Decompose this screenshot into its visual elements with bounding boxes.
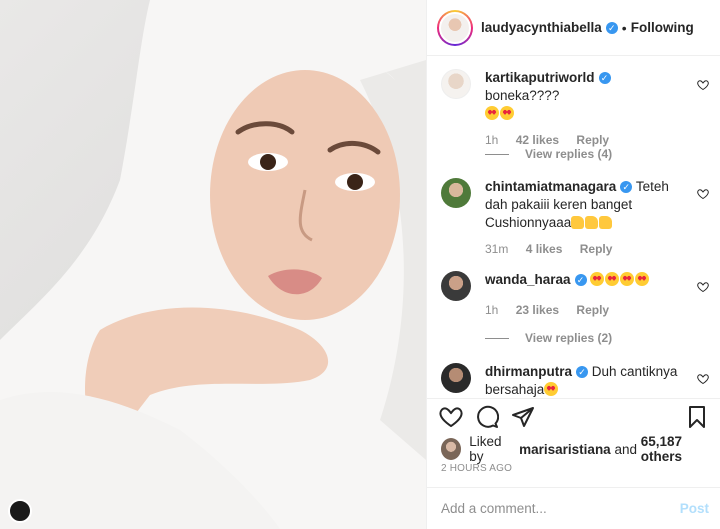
separator-dot: •: [621, 19, 627, 36]
like-comment-heart-icon[interactable]: [697, 281, 709, 293]
comment-bubble-icon[interactable]: [475, 405, 499, 429]
commenter-avatar[interactable]: [441, 69, 471, 99]
heart-eyes-emoji-icon: [500, 106, 514, 120]
commenter-avatar[interactable]: [441, 271, 471, 301]
comment-time: 1h: [485, 133, 499, 147]
comment-time: 31m: [485, 242, 509, 256]
commenter-username[interactable]: kartikaputriworld: [485, 70, 595, 85]
author-avatar[interactable]: [437, 9, 473, 46]
liker-avatar[interactable]: [441, 438, 462, 460]
likes-summary: Liked by marisaristiana and 65,187 other…: [441, 434, 720, 464]
verified-badge-icon: ✓: [576, 366, 589, 379]
view-replies-button[interactable]: View replies (4): [485, 147, 612, 161]
verified-badge-icon: ✓: [598, 72, 611, 85]
heart-eyes-emoji-icon: [485, 106, 499, 120]
post-comment-button[interactable]: Post: [680, 501, 709, 516]
view-replies-button[interactable]: View replies (2): [485, 331, 612, 345]
liked-connector: and: [614, 441, 637, 457]
liker-username[interactable]: marisaristiana: [519, 442, 611, 457]
like-comment-heart-icon[interactable]: [697, 79, 709, 91]
photo-corner-avatar: [8, 499, 32, 523]
heart-eyes-emoji-icon: [590, 272, 605, 286]
reply-button[interactable]: Reply: [576, 133, 609, 147]
heart-eyes-emoji-icon: [544, 382, 559, 396]
comment-item: kartikaputriworld ✓ boneka???? 1h 42 like…: [441, 69, 709, 147]
comment-composer: Post: [427, 487, 720, 529]
post-header: laudyacynthiabella ✓ • Following: [427, 0, 720, 56]
heart-eyes-emoji-icon: [620, 272, 635, 286]
verified-badge-icon: ✓: [620, 181, 633, 194]
comment-item: dhirmanputra ✓ Duh cantiknya bersahaja: [441, 363, 709, 398]
comment-item: wanda_haraa ✓ 1h 23 likes Reply: [441, 271, 709, 317]
share-paper-plane-icon[interactable]: [511, 405, 535, 429]
heart-eyes-emoji-icon: [635, 272, 650, 286]
comment-item: chintamiatmanagara ✓ Teteh dah pakaiii ke…: [441, 178, 709, 256]
verified-badge-icon: ✓: [574, 274, 587, 287]
post-photo[interactable]: [0, 0, 426, 529]
comment-time: 1h: [485, 303, 499, 317]
thumbs-up-emoji-icon: [585, 216, 599, 229]
portrait-illustration: [0, 0, 426, 529]
thumbs-up-emoji-icon: [571, 216, 585, 229]
liked-by-prefix: Liked by: [469, 434, 502, 464]
like-comment-heart-icon[interactable]: [697, 188, 709, 200]
comment-likes[interactable]: 23 likes: [516, 303, 559, 317]
comment-likes[interactable]: 4 likes: [526, 242, 563, 256]
verified-badge-icon: ✓: [605, 21, 618, 34]
commenter-avatar[interactable]: [441, 363, 471, 393]
heart-eyes-emoji-icon: [605, 272, 620, 286]
post-action-bar: [427, 398, 720, 432]
comments-list: kartikaputriworld ✓ boneka???? 1h 42 like…: [427, 57, 720, 398]
following-button[interactable]: Following: [631, 20, 694, 35]
like-heart-icon[interactable]: [439, 405, 463, 429]
author-username[interactable]: laudyacynthiabella: [481, 20, 602, 35]
commenter-username[interactable]: dhirmanputra: [485, 364, 572, 379]
post-timestamp: 2 HOURS AGO: [441, 463, 513, 474]
comment-text: boneka????: [485, 88, 560, 103]
comment-likes[interactable]: 42 likes: [516, 133, 559, 147]
commenter-avatar[interactable]: [441, 178, 471, 208]
post-side-panel: laudyacynthiabella ✓ • Following kartika…: [426, 0, 720, 529]
like-comment-heart-icon[interactable]: [697, 373, 709, 385]
reply-button[interactable]: Reply: [576, 303, 609, 317]
commenter-username[interactable]: wanda_haraa: [485, 272, 571, 287]
reply-button[interactable]: Reply: [580, 242, 613, 256]
save-bookmark-icon[interactable]: [685, 405, 709, 429]
thumbs-up-emoji-icon: [599, 216, 613, 229]
add-comment-input[interactable]: [441, 501, 671, 516]
commenter-username[interactable]: chintamiatmanagara: [485, 179, 616, 194]
others-likes-count[interactable]: 65,187 others: [641, 434, 720, 464]
